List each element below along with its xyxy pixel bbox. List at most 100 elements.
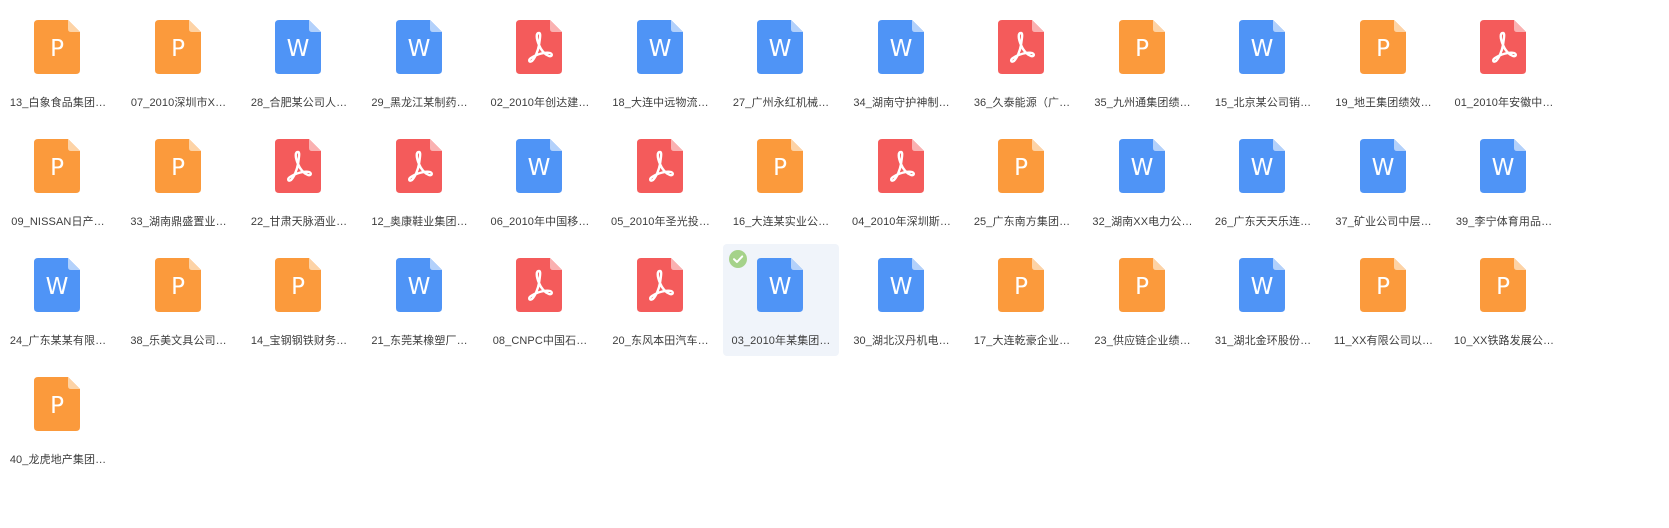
svg-text:P: P [50,393,64,419]
file-item[interactable]: W 30_湖北汉丹机电… [844,244,960,356]
file-item[interactable]: W 32_湖南XX电力公… [1085,125,1201,237]
file-item[interactable]: 22_甘肃天脉酒业… [241,125,357,237]
word-file-icon: W [1239,139,1285,193]
file-item[interactable]: W 28_合肥某公司人… [241,6,357,118]
file-item[interactable]: 20_东风本田汽车… [603,244,719,356]
file-item[interactable]: P 13_白象食品集团… [0,6,116,118]
file-name-label: 01_2010年安徽中… [1454,97,1554,109]
file-name-label: 02_2010年创达建… [490,97,590,109]
svg-text:P: P [1014,155,1028,181]
file-name-label: 32_湖南XX电力公… [1092,216,1193,228]
file-item[interactable]: P 14_宝钢钢铁财务… [241,244,357,356]
file-name-label: 19_地王集团绩效… [1335,97,1432,109]
word-file-icon: W [1239,258,1285,312]
svg-text:P: P [773,155,787,181]
file-name-label: 12_奥康鞋业集团… [371,216,468,228]
powerpoint-file-icon: P [154,258,201,312]
file-item[interactable]: P 16_大连某实业公… [723,125,839,237]
svg-text:P: P [1135,274,1149,300]
word-file-icon: W [757,20,803,74]
file-name-label: 34_湖南守护神制… [853,97,950,109]
file-name-label: 13_白象食品集团… [9,97,107,109]
svg-text:P: P [50,155,64,181]
file-name-label: 04_2010年深圳斯… [851,216,952,228]
file-item[interactable]: 04_2010年深圳斯… [844,125,960,237]
word-file-icon: W [516,139,562,193]
file-name-label: 15_北京某公司销… [1214,97,1312,109]
word-file-icon: W [877,258,924,312]
file-item[interactable]: 12_奥康鞋业集团… [362,125,478,237]
file-item[interactable]: W 18_大连中远物流… [603,6,719,118]
powerpoint-file-icon: P [1118,20,1165,74]
file-item[interactable]: W 06_2010年中国移… [482,125,598,237]
file-item[interactable]: W 27_广州永红机械… [723,6,839,118]
file-item[interactable]: W 24_广东某某有限… [0,244,116,356]
pdf-file-icon [395,139,442,193]
svg-text:W: W [46,274,69,300]
svg-text:W: W [889,36,912,62]
file-name-label: 20_东风本田汽车… [612,335,709,347]
word-file-icon: W [1239,20,1285,74]
file-name-label: 36_久泰能源（广… [973,97,1071,109]
file-name-label: 31_湖北金环股份… [1214,335,1312,347]
file-item[interactable]: P 17_大连乾豪企业… [964,244,1080,356]
file-item[interactable]: W 03_2010年某集团… [723,244,839,356]
file-item[interactable]: 08_CNPC中国石… [482,244,598,356]
file-item[interactable]: P 35_九州通集团绩… [1085,6,1201,118]
file-name-label: 40_龙虎地产集团… [9,454,107,466]
file-grid: P 13_白象食品集团… P 07_2010深圳市X… W 28_合肥某公司人… W 29_黑… [0,6,1669,482]
file-item[interactable]: 02_2010年创达建… [482,6,598,118]
file-item[interactable]: P 09_NISSAN日产… [0,125,116,237]
file-name-label: 18_大连中远物流… [612,97,709,109]
file-item[interactable]: W 15_北京某公司销… [1205,6,1321,118]
file-name-label: 16_大连某实业公… [732,216,830,228]
file-name-label: 17_大连乾豪企业… [973,335,1071,347]
powerpoint-file-icon: P [275,258,321,312]
file-item[interactable]: W 39_李宁体育用品… [1446,125,1562,237]
pdf-file-icon [636,258,683,312]
file-item[interactable]: W 29_黑龙江某制药… [362,6,478,118]
svg-text:W: W [1251,274,1274,300]
file-item[interactable]: W 31_湖北金环股份… [1205,244,1321,356]
powerpoint-file-icon: P [1118,258,1165,312]
file-name-label: 21_东莞某橡塑厂… [371,335,468,347]
file-name-label: 24_广东某某有限… [9,335,107,347]
svg-text:P: P [1376,274,1390,300]
file-item[interactable]: P 19_地王集团绩效… [1326,6,1442,118]
svg-text:W: W [1251,155,1274,181]
pdf-file-icon [877,139,924,193]
file-item[interactable]: 36_久泰能源（广… [964,6,1080,118]
file-name-label: 37_矿业公司中层… [1335,216,1432,228]
file-name-label: 26_广东天天乐连… [1214,216,1312,228]
file-item[interactable]: P 33_湖南鼎盛置业… [121,125,237,237]
powerpoint-file-icon: P [34,139,80,193]
word-file-icon: W [275,20,321,74]
svg-text:P: P [1376,36,1390,62]
file-name-label: 11_XX有限公司以… [1333,335,1434,347]
file-item[interactable]: P 40_龙虎地产集团… [0,363,116,475]
file-name-label: 14_宝钢钢铁财务… [250,335,348,347]
svg-text:W: W [889,274,912,300]
file-item[interactable]: P 23_供应链企业绩… [1085,244,1201,356]
file-item[interactable]: W 21_东莞某橡塑厂… [362,244,478,356]
file-item[interactable]: W 26_广东天天乐连… [1205,125,1321,237]
svg-text:P: P [171,36,185,62]
check-circle-icon[interactable] [729,250,747,268]
file-item[interactable]: P 25_广东南方集团… [964,125,1080,237]
file-item[interactable]: P 10_XX铁路发展公… [1446,244,1562,356]
file-item[interactable]: P 07_2010深圳市X… [121,6,237,118]
word-file-icon: W [1118,139,1165,193]
file-item[interactable]: 01_2010年安徽中… [1446,6,1562,118]
svg-text:P: P [1496,274,1510,300]
pdf-file-icon [998,20,1044,74]
file-item[interactable]: P 38_乐美文具公司… [121,244,237,356]
powerpoint-file-icon: P [154,20,201,74]
file-item[interactable]: 05_2010年圣光投… [603,125,719,237]
svg-text:W: W [407,274,430,300]
file-name-label: 39_李宁体育用品… [1455,216,1553,228]
file-name-label: 10_XX铁路发展公… [1453,335,1555,347]
file-item[interactable]: W 37_矿业公司中层… [1326,125,1442,237]
svg-text:W: W [769,274,792,300]
file-item[interactable]: P 11_XX有限公司以… [1326,244,1442,356]
file-item[interactable]: W 34_湖南守护神制… [844,6,960,118]
